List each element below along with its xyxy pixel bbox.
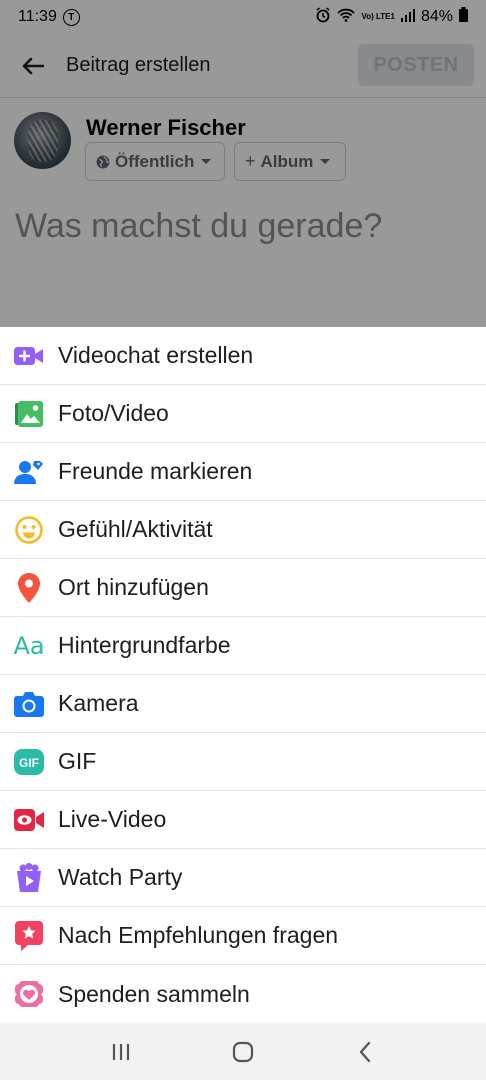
- video-plus-icon: [0, 327, 58, 385]
- option-label: GIF: [58, 748, 97, 774]
- option-label: Ort hinzufügen: [58, 574, 209, 600]
- option-feeling[interactable]: Gefühl/Aktivität: [0, 501, 486, 559]
- svg-text:GIF: GIF: [19, 756, 39, 770]
- option-photo-video[interactable]: Foto/Video: [0, 385, 486, 443]
- recommendation-icon: [0, 907, 58, 965]
- album-selector[interactable]: + Album: [234, 142, 346, 181]
- recents-icon: [112, 1043, 130, 1060]
- post-button[interactable]: POSTEN: [358, 44, 474, 86]
- location-pin-icon: [0, 559, 58, 617]
- option-tag-friends[interactable]: Freunde markieren: [0, 443, 486, 501]
- option-label: Live-Video: [58, 806, 167, 832]
- option-background-color[interactable]: Aa Hintergrundfarbe: [0, 617, 486, 675]
- post-text-input[interactable]: Was machst du gerade?: [15, 207, 475, 246]
- avatar[interactable]: [14, 112, 71, 169]
- option-label: Gefühl/Aktivität: [58, 516, 213, 542]
- fundraiser-icon: [0, 965, 58, 1023]
- system-back-button[interactable]: [335, 1023, 395, 1080]
- globe-icon: [96, 155, 110, 168]
- option-location[interactable]: Ort hinzufügen: [0, 559, 486, 617]
- post-options-sheet: Videochat erstellen Foto/Video Freunde m…: [0, 327, 486, 1023]
- composer-user: Werner Fischer Öffentlich + Album: [14, 112, 474, 186]
- user-name: Werner Fischer: [86, 115, 246, 140]
- option-label: Foto/Video: [58, 400, 169, 426]
- option-label: Hintergrundfarbe: [58, 632, 231, 658]
- chevron-down-icon: [320, 159, 331, 164]
- option-gif[interactable]: GIF GIF: [0, 733, 486, 791]
- alarm-icon: [315, 6, 331, 28]
- home-button[interactable]: [213, 1023, 273, 1080]
- album-label: Album: [260, 151, 314, 171]
- audience-label: Öffentlich: [115, 151, 195, 171]
- battery-icon: [459, 7, 468, 27]
- watch-party-icon: [0, 849, 58, 907]
- option-live-video[interactable]: Live-Video: [0, 791, 486, 849]
- option-recommendations[interactable]: Nach Empfehlungen fragen: [0, 907, 486, 965]
- composer-area: 11:39 T Vo) LTE1 84% Beitrag erstellen P…: [0, 0, 486, 327]
- back-icon: [359, 1041, 371, 1062]
- option-fundraiser[interactable]: Spenden sammeln: [0, 965, 486, 1023]
- wifi-icon: [337, 8, 356, 27]
- header: Beitrag erstellen POSTEN: [0, 34, 486, 98]
- option-watch-party[interactable]: Watch Party: [0, 849, 486, 907]
- text-aa-icon: Aa: [13, 631, 45, 660]
- carrier-icon: T: [62, 8, 80, 26]
- status-time: 11:39: [18, 8, 57, 25]
- option-label: Freunde markieren: [58, 458, 253, 484]
- back-arrow-icon: [22, 57, 44, 74]
- tag-friends-icon: [0, 443, 58, 501]
- status-bar: 11:39 T Vo) LTE1 84%: [0, 0, 486, 34]
- option-label: Spenden sammeln: [58, 980, 250, 1007]
- chevron-down-icon: [201, 159, 212, 164]
- camera-icon: [0, 675, 58, 733]
- option-label: Videochat erstellen: [58, 342, 254, 368]
- audience-selector[interactable]: Öffentlich: [85, 142, 225, 181]
- page-title: Beitrag erstellen: [66, 54, 211, 76]
- battery-percent: 84%: [420, 8, 453, 25]
- option-camera[interactable]: Kamera: [0, 675, 486, 733]
- recents-button[interactable]: [91, 1023, 151, 1080]
- photo-icon: [0, 385, 58, 443]
- lte-indicator: Vo) LTE1: [361, 12, 395, 21]
- gif-icon: GIF: [0, 733, 58, 791]
- option-videochat[interactable]: Videochat erstellen: [0, 327, 486, 385]
- signal-icon: [400, 8, 415, 27]
- home-icon: [232, 1041, 254, 1062]
- option-label: Nach Empfehlungen fragen: [58, 922, 339, 948]
- back-arrow-button[interactable]: [0, 34, 66, 98]
- live-video-icon: [0, 791, 58, 849]
- option-label: Kamera: [58, 690, 139, 716]
- system-nav-bar: [0, 1023, 486, 1080]
- option-label: Watch Party: [58, 864, 183, 890]
- smiley-icon: [0, 501, 58, 559]
- plus-icon: +: [245, 151, 256, 171]
